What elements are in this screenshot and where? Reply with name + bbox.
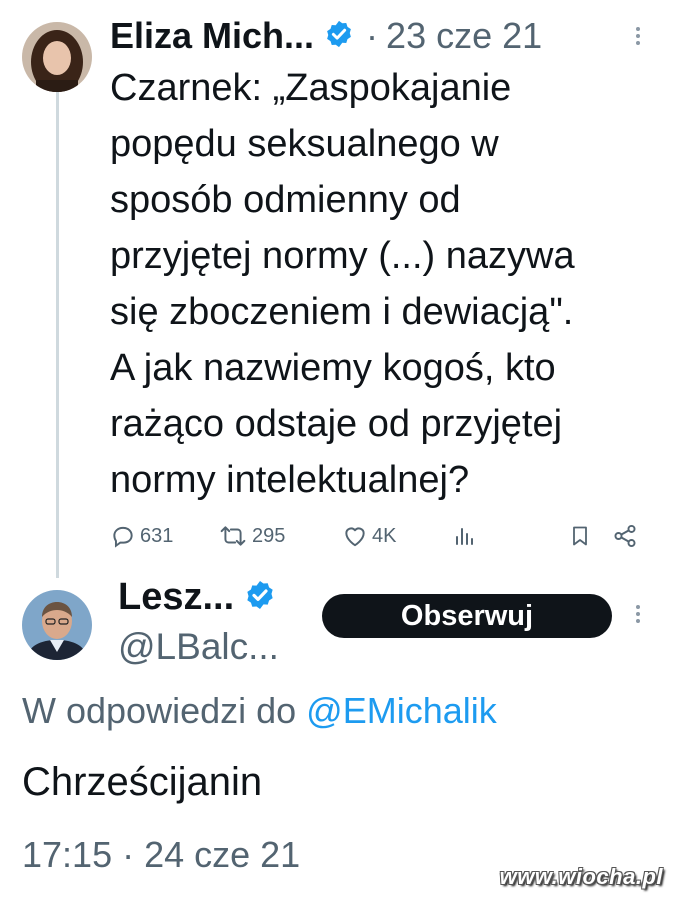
bookmark-button[interactable] bbox=[568, 516, 592, 556]
tweet-date[interactable]: 23 cze 21 bbox=[386, 15, 542, 57]
tweet1-text: Czarnek: „Zaspokajanie popędu seksualneg… bbox=[110, 67, 575, 501]
retweet-icon bbox=[220, 526, 246, 546]
share-icon bbox=[614, 524, 636, 548]
separator-dot: · bbox=[122, 834, 135, 875]
views-button[interactable] bbox=[452, 516, 476, 556]
tweet2-text: Chrześcijanin bbox=[22, 760, 263, 804]
bookmark-icon bbox=[573, 526, 587, 546]
reply-prefix: W odpowiedzi do bbox=[22, 690, 297, 731]
tweet1-actions: 631 295 4K bbox=[110, 516, 650, 556]
tweet2-timestamp[interactable]: 17:15 · 24 cze 21 bbox=[22, 834, 300, 876]
retweet-button[interactable]: 295 bbox=[218, 516, 285, 556]
avatar-lesz[interactable] bbox=[22, 590, 92, 660]
reply-icon bbox=[113, 526, 133, 548]
like-button[interactable]: 4K bbox=[342, 516, 396, 556]
reply-button[interactable]: 631 bbox=[110, 516, 173, 556]
reply-count: 631 bbox=[140, 524, 174, 547]
author-name[interactable]: Eliza Mich... bbox=[110, 15, 314, 57]
tweet1-header: Eliza Mich... · 23 cze 21 bbox=[110, 12, 630, 60]
author-handle[interactable]: @LBalc... bbox=[118, 626, 279, 668]
like-count: 4K bbox=[372, 524, 397, 547]
author-name[interactable]: Lesz... bbox=[118, 576, 234, 619]
tweet-date: 24 cze 21 bbox=[144, 834, 301, 875]
verified-badge-icon bbox=[244, 579, 276, 616]
site-watermark: www.wiocha.pl bbox=[499, 864, 663, 889]
views-icon bbox=[456, 528, 473, 545]
reply-mention-link[interactable]: @EMichalik bbox=[306, 690, 497, 731]
verified-badge-icon bbox=[324, 19, 354, 54]
more-options-icon[interactable] bbox=[632, 27, 644, 45]
follow-button[interactable]: Obserwuj bbox=[322, 594, 612, 638]
reply-context: W odpowiedzi do @EMichalik bbox=[22, 690, 497, 732]
avatar-eliza[interactable] bbox=[22, 22, 92, 92]
share-button[interactable] bbox=[612, 516, 638, 556]
tweet2-header: Lesz... bbox=[118, 572, 276, 622]
tweet-time: 17:15 bbox=[22, 834, 113, 875]
more-options-icon[interactable] bbox=[632, 605, 644, 623]
retweet-count: 295 bbox=[252, 524, 286, 547]
separator-dot: · bbox=[366, 15, 379, 56]
thread-connector-line bbox=[56, 92, 59, 578]
like-icon bbox=[345, 527, 365, 547]
